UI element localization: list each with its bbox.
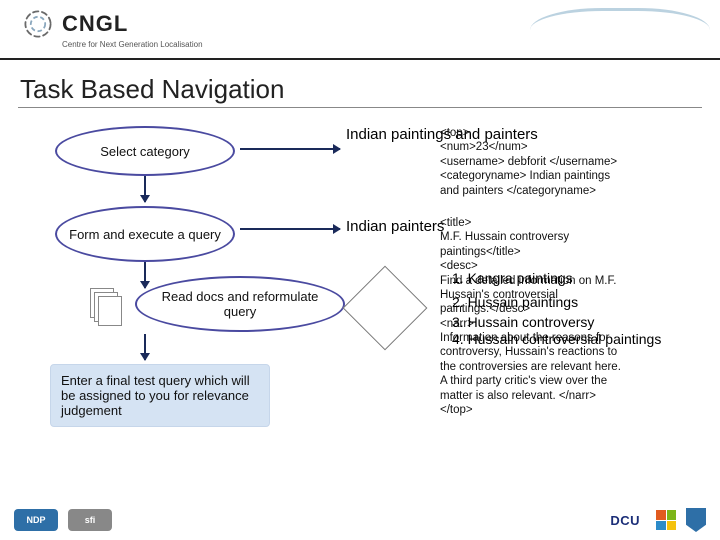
shield-logo-icon [686,508,706,532]
decision-diamond[interactable] [343,266,428,351]
microsoft-logo-icon [656,510,676,530]
xml-line: and painters </categoryname> [440,184,700,198]
node-select-category[interactable]: Select category [55,126,235,176]
page-title: Task Based Navigation [20,74,700,105]
xml-line: <top> [440,126,700,140]
header: CNGL Centre for Next Generation Localisa… [0,0,720,60]
arrow-painters-out [240,228,340,230]
node-final-query[interactable]: Enter a final test query which will be a… [50,364,270,427]
tagline: Centre for Next Generation Localisation [62,40,700,49]
xml-line: <num>23</num> [440,140,700,154]
suggestion-4[interactable]: 4. Hussain controversial paintings [452,332,661,347]
xml-line: the controversies are relevant here. [440,360,700,374]
node-read-reform[interactable]: Read docs and reformulate query [135,276,345,332]
title-underline [18,107,702,108]
xml-line: <categoryname> Indian paintings [440,169,700,183]
painters-output-text: Indian painters [346,218,444,235]
xml-line: <username> debforit </username> [440,155,700,169]
footer-left: NDP sfi [14,509,112,531]
xml-line: M.F. Hussain controversy [440,230,700,244]
node-form-query[interactable]: Form and execute a query [55,206,235,262]
sfi-logo: sfi [68,509,112,531]
cngl-swirl-icon [20,6,56,42]
suggestion-2[interactable]: 2. Hussain paintings [452,294,578,310]
docs-stack-icon [90,288,120,328]
arrow-3 [144,334,146,360]
xml-block-upper: <top> <num>23</num> <username> debforit … [440,126,700,198]
xml-line: paintings</title> [440,245,700,259]
org-name: CNGL [62,11,128,37]
suggestion-1[interactable]: 1. Kangra paintings [452,270,573,286]
footer: NDP sfi DCU [0,500,720,540]
arrow-2 [144,262,146,288]
ndp-logo: NDP [14,509,58,531]
footer-right: DCU [604,508,706,532]
xml-line: controversy, Hussain's reactions to [440,345,700,359]
dcu-logo: DCU [604,509,646,531]
arrow-cat-out [240,148,340,150]
xml-line: matter is also relevant. </narr> [440,389,700,403]
xml-line: A third party critic's view over the [440,374,700,388]
label-painters-output: Indian painters [346,218,444,235]
arrow-1 [144,176,146,202]
xml-line: </top> [440,403,700,417]
diagram-canvas: Select category Form and execute a query… [0,118,720,498]
xml-line: <title> [440,216,700,230]
suggestion-3[interactable]: 3. Hussain controversy [452,314,594,330]
